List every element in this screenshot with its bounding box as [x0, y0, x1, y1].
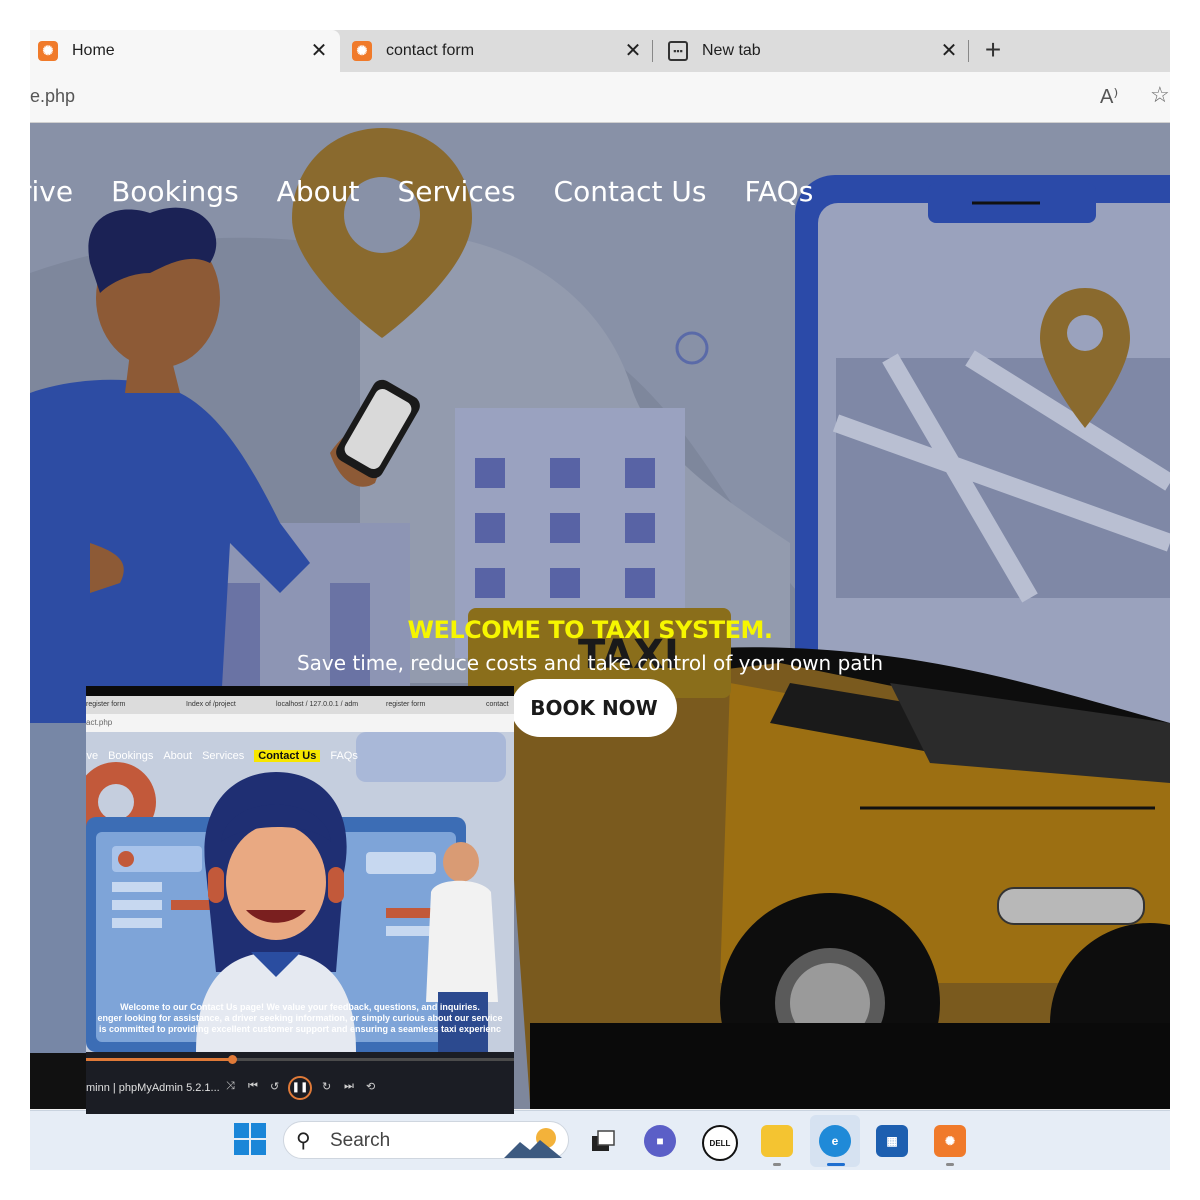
running-indicator	[773, 1163, 781, 1166]
progress-fill	[86, 1058, 232, 1061]
file-explorer-icon[interactable]	[761, 1125, 793, 1157]
overlay-tab-label: localhost / 127.0.0.1 / adm	[276, 701, 359, 708]
new-tab-page-icon: ▪▪▪	[668, 41, 688, 61]
tab-label: contact form	[386, 42, 475, 59]
next-icon[interactable]: ⏭	[344, 1080, 354, 1093]
overlay-tab-label: contact	[486, 701, 509, 708]
edge-icon[interactable]: e	[819, 1125, 851, 1157]
taskbar-search[interactable]: ⚲ Search	[283, 1121, 569, 1159]
tab-contact-form[interactable]: ✺ contact form ✕	[344, 30, 654, 72]
rewind-icon[interactable]: ↺	[270, 1080, 279, 1093]
repeat-icon[interactable]: ⟲	[366, 1080, 375, 1093]
overlay-nav-services: Services	[202, 750, 245, 762]
browser-window: ✺ Home ✕ ✺ contact form ✕ ▪▪▪ New tab ✕ …	[30, 30, 1170, 1170]
overlay-nav-faqs: FAQs	[330, 750, 358, 762]
tab-divider	[968, 40, 969, 62]
tab-new-tab[interactable]: ▪▪▪ New tab ✕	[660, 30, 970, 72]
microsoft-store-icon[interactable]: ▦	[876, 1125, 908, 1157]
xampp-icon: ✺	[38, 41, 58, 61]
overlay-nav-bookings: Bookings	[108, 750, 154, 762]
forward-icon[interactable]: ↻	[322, 1080, 331, 1093]
overlay-tab-label: Index of /project	[186, 701, 236, 708]
running-indicator	[946, 1163, 954, 1166]
close-icon[interactable]: ✕	[622, 40, 644, 62]
new-tab-button[interactable]: +	[980, 36, 1006, 66]
overlay-url: act.php	[86, 718, 113, 727]
teams-chat-icon[interactable]: ■	[644, 1125, 676, 1157]
progress-bar[interactable]	[86, 1055, 514, 1064]
nav-item-about[interactable]: About	[277, 175, 360, 208]
media-title: minn | phpMyAdmin 5.2.1...	[86, 1082, 220, 1094]
hero-subtitle: Save time, reduce costs and take control…	[296, 651, 884, 675]
task-view-icon[interactable]	[587, 1125, 619, 1157]
close-icon[interactable]: ✕	[308, 40, 330, 62]
read-aloud-icon[interactable]: A⁾	[1100, 84, 1118, 109]
nav-item-contact-us[interactable]: Contact Us	[554, 175, 707, 208]
overlay-contact-page: ive Bookings About Services Contact Us F…	[86, 732, 514, 1052]
windows-taskbar: ⚲ Search ■ DELL e ▦ ✺	[30, 1110, 1170, 1170]
nav-item-faqs[interactable]: FAQs	[744, 175, 813, 208]
overlay-address-bar: act.php	[86, 714, 514, 732]
shuffle-icon[interactable]: ⤨	[226, 1080, 235, 1093]
nav-item-bookings[interactable]: Bookings	[111, 175, 239, 208]
nav-item-services[interactable]: Services	[397, 175, 515, 208]
overlay-nav-contact-us: Contact Us	[254, 750, 321, 762]
overlay-message: Welcome to our Contact Us page! We value…	[86, 1002, 514, 1035]
media-controls: minn | phpMyAdmin 5.2.1... ⤨ ⏮ ↺ ❚❚ ↻ ⏭ …	[86, 1052, 514, 1114]
overlay-tab-label: register form	[386, 701, 426, 708]
tab-strip: ✺ Home ✕ ✺ contact form ✕ ▪▪▪ New tab ✕ …	[30, 30, 1170, 72]
previous-icon[interactable]: ⏮	[248, 1080, 258, 1093]
close-icon[interactable]: ✕	[938, 40, 960, 62]
overlay-tab-strip: register form Index of /project localhos…	[86, 696, 514, 714]
favorite-star-icon[interactable]: ☆	[1150, 82, 1170, 108]
xampp-icon: ✺	[352, 41, 372, 61]
hero-title: WELCOME TO TAXI SYSTEM.	[407, 616, 773, 644]
overlay-nav-drive: ive	[86, 750, 99, 762]
nav-item-drive[interactable]: rive	[30, 175, 73, 208]
overlay-nav-about: About	[163, 750, 193, 762]
overlay-nav: ive Bookings About Services Contact Us F…	[86, 750, 358, 762]
tab-label: Home	[72, 42, 115, 59]
video-overlay[interactable]: register form Index of /project localhos…	[86, 686, 514, 1114]
search-highlight-icon	[504, 1128, 562, 1158]
dell-icon[interactable]: DELL	[702, 1125, 738, 1161]
search-label: Search	[330, 1130, 391, 1151]
main-nav: rive Bookings About Services Contact Us …	[30, 175, 813, 208]
search-icon: ⚲	[296, 1130, 311, 1152]
windows-start-icon[interactable]	[233, 1122, 267, 1156]
message-line: enger looking for assistance, a driver s…	[97, 1013, 503, 1023]
address-bar: e.php A⁾ ☆	[30, 72, 1170, 123]
tab-divider	[652, 40, 653, 62]
url-field[interactable]: e.php	[30, 86, 75, 107]
pause-button[interactable]: ❚❚	[288, 1076, 312, 1100]
active-indicator	[827, 1163, 845, 1166]
xampp-icon[interactable]: ✺	[934, 1125, 966, 1157]
tab-label: New tab	[702, 42, 761, 59]
message-line: Welcome to our Contact Us page! We value…	[120, 1002, 480, 1012]
overlay-tab-label: register form	[86, 701, 126, 708]
progress-handle[interactable]	[227, 1055, 237, 1064]
book-now-button[interactable]: BOOK NOW	[511, 679, 677, 737]
message-line: is committed to providing excellent cust…	[98, 1024, 502, 1034]
tab-home[interactable]: ✺ Home ✕	[30, 30, 340, 72]
